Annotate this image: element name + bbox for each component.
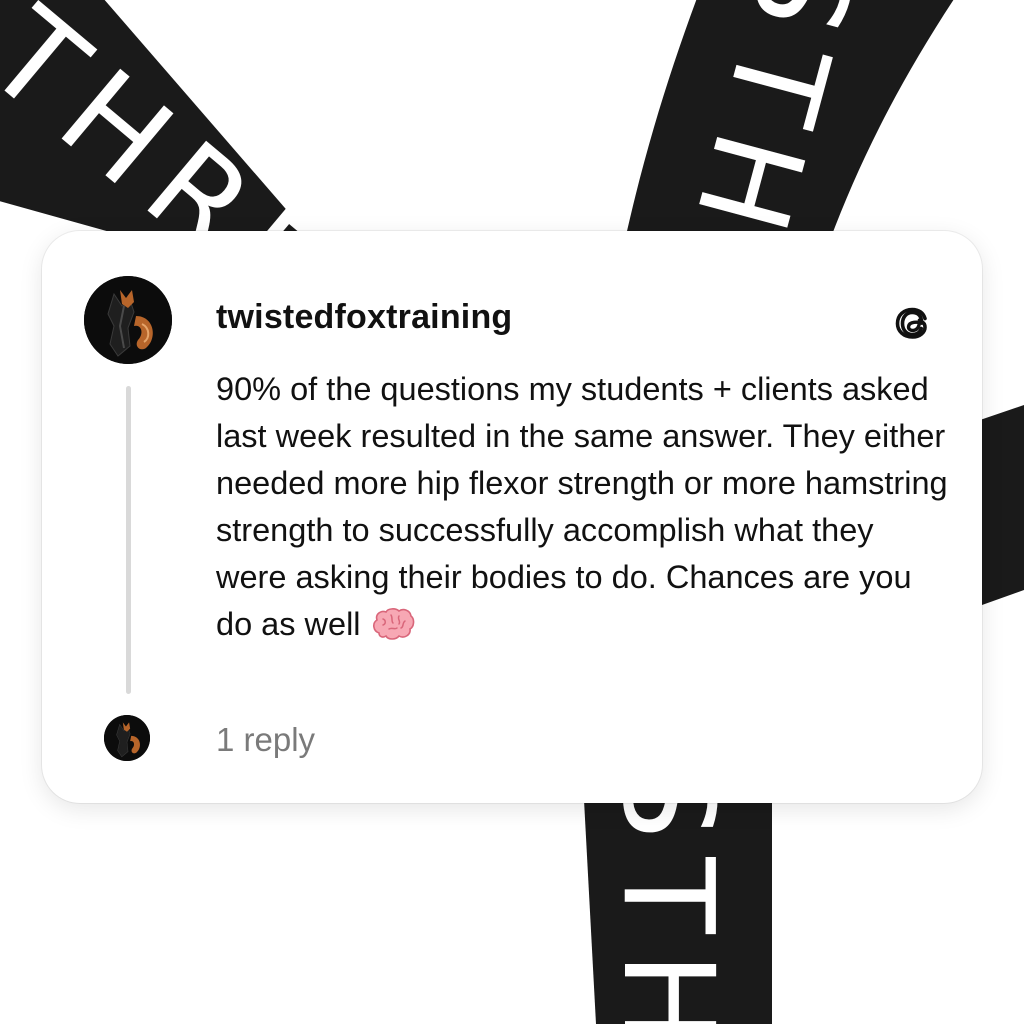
threads-logo-icon[interactable] (888, 299, 936, 347)
ribbon-right (980, 405, 1024, 605)
fox-logo-avatar[interactable] (84, 276, 172, 364)
reply-avatar[interactable] (104, 715, 150, 761)
threads-post-card[interactable]: twistedfoxtraining 90% of the questions … (42, 231, 982, 803)
reply-count-link[interactable]: 1 reply (216, 721, 315, 759)
post-username[interactable]: twistedfoxtraining (216, 298, 512, 337)
post-body: 90% of the questions my students + clien… (216, 366, 951, 648)
thread-connector-line (126, 386, 131, 694)
post-body-text: 90% of the questions my students + clien… (216, 371, 948, 642)
brain-emoji-icon (371, 607, 415, 641)
